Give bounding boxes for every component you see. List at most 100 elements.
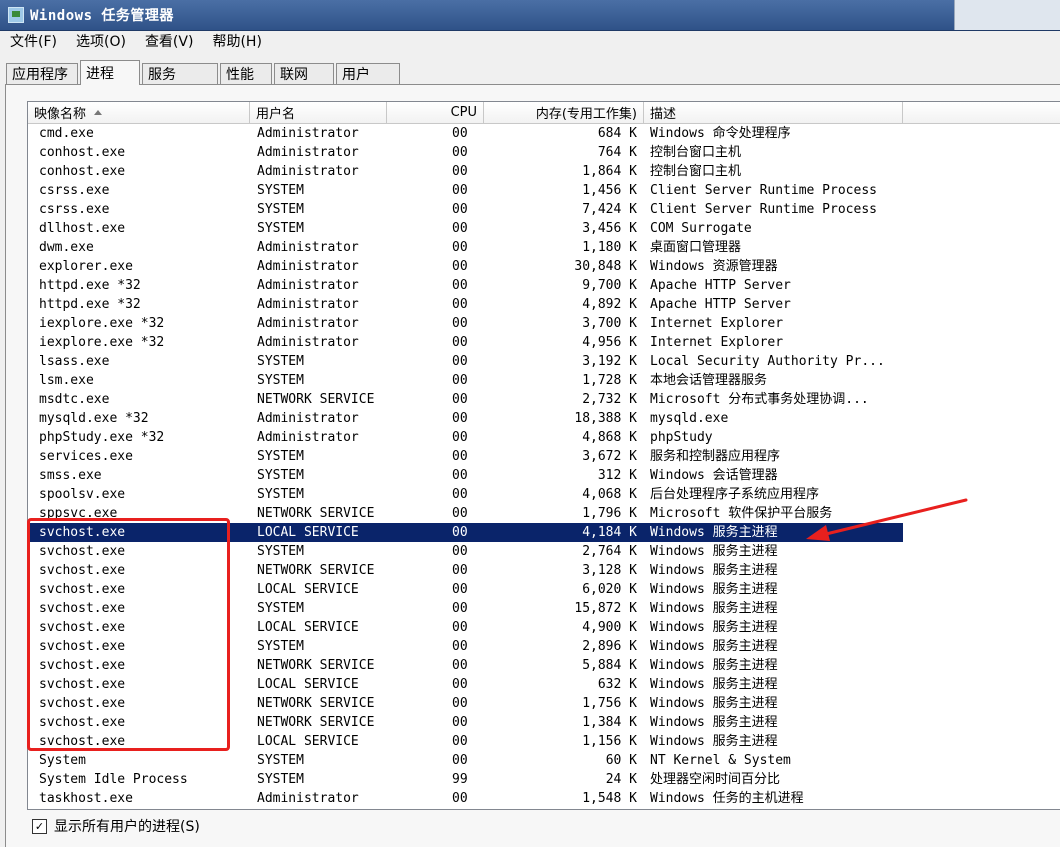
tab-applications[interactable]: 应用程序 [6,63,78,84]
memory-cell: 30,848 K [574,259,637,274]
column-header-user-name[interactable]: 用户名 [250,102,387,123]
user-name-cell: SYSTEM [257,373,304,388]
description-cell: Internet Explorer [650,335,784,350]
cpu-cell: 00 [452,373,468,388]
memory-cell: 1,796 K [582,506,637,521]
tab-services[interactable]: 服务 [142,63,218,84]
description-cell: Windows 服务主进程 [650,601,778,616]
table-row[interactable]: dllhost.exe SYSTEM 00 3,456 K COM Surrogate [28,219,1060,238]
process-name-cell: httpd.exe *32 [39,278,141,293]
memory-cell: 2,764 K [582,544,637,559]
menu-help[interactable]: 帮助(H) [202,31,270,51]
process-name-cell: taskhost.exe [39,791,133,806]
user-name-cell: Administrator [257,145,359,160]
process-name-cell: iexplore.exe *32 [39,316,165,331]
description-cell: Apache HTTP Server [650,297,791,312]
memory-cell: 24 K [605,772,637,787]
user-name-cell: SYSTEM [257,487,304,502]
menu-view[interactable]: 查看(V) [135,31,203,51]
tab-users[interactable]: 用户 [336,63,400,84]
table-row[interactable]: explorer.exe Administrator 00 30,848 K Windo… [28,257,1060,276]
table-row[interactable]: svchost.exe SYSTEM 00 2,764 K Windows 服务主进程 [28,542,1060,561]
description-cell: Apache HTTP Server [650,278,791,293]
column-header-image-name[interactable]: 映像名称 [28,102,250,123]
table-row[interactable]: csrss.exe SYSTEM 00 7,424 K Client Server Ru… [28,200,1060,219]
user-name-cell: NETWORK SERVICE [257,506,375,521]
table-row[interactable]: httpd.exe *32 Administrator 00 4,892 K Apach… [28,295,1060,314]
description-cell: Windows 服务主进程 [650,620,778,635]
cpu-cell: 00 [452,582,468,597]
table-row[interactable]: svchost.exe SYSTEM 00 2,896 K Windows 服务主进程 [28,637,1060,656]
tab-performance[interactable]: 性能 [220,63,272,84]
user-name-cell: NETWORK SERVICE [257,715,375,730]
process-name-cell: System Idle Process [39,772,188,787]
table-row[interactable]: conhost.exe Administrator 00 1,864 K 控制台窗口主机 [28,162,1060,181]
description-cell: Windows 服务主进程 [650,696,778,711]
column-header-cpu[interactable]: CPU [387,102,484,123]
table-row[interactable]: svchost.exe NETWORK SERVICE 00 5,884 K Windo… [28,656,1060,675]
table-row[interactable]: mysqld.exe *32 Administrator 00 18,388 K mys… [28,409,1060,428]
show-all-users-checkbox[interactable]: ✓ [32,818,47,834]
table-row[interactable]: svchost.exe SYSTEM 00 15,872 K Windows 服务主进程 [28,599,1060,618]
memory-cell: 764 K [597,145,637,160]
user-name-cell: LOCAL SERVICE [257,620,359,635]
user-name-cell: NETWORK SERVICE [257,563,375,578]
memory-cell: 5,884 K [582,658,637,673]
table-row[interactable]: System Idle Process SYSTEM 99 24 K 处理器空闲时间百分… [28,770,1060,789]
menu-options[interactable]: 选项(O) [66,31,135,51]
cpu-cell: 00 [452,677,468,692]
user-name-cell: Administrator [257,430,359,445]
table-row[interactable]: spoolsv.exe SYSTEM 00 4,068 K 后台处理程序子系统应用程序 [28,485,1060,504]
table-row[interactable]: smss.exe SYSTEM 00 312 K Windows 会话管理器 [28,466,1060,485]
process-list[interactable]: 映像名称 用户名 CPU 内存(专用工作集) 描述 cmd.exe Adminis… [27,101,1060,810]
description-cell: Microsoft 分布式事务处理协调... [650,392,869,407]
description-cell: mysqld.exe [650,411,729,426]
process-name-cell: dwm.exe [39,240,94,255]
table-row[interactable]: httpd.exe *32 Administrator 00 9,700 K Apach… [28,276,1060,295]
process-name-cell: svchost.exe [39,601,126,616]
cpu-cell: 00 [452,544,468,559]
table-row[interactable]: dwm.exe Administrator 00 1,180 K 桌面窗口管理器 [28,238,1060,257]
table-row[interactable]: services.exe SYSTEM 00 3,672 K 服务和控制器应用程序 [28,447,1060,466]
table-row[interactable]: sppsvc.exe NETWORK SERVICE 00 1,796 K Micros… [28,504,1060,523]
menu-file[interactable]: 文件(F) [0,31,66,51]
table-row[interactable]: svchost.exe LOCAL SERVICE 00 4,184 K Windows… [28,523,1060,542]
memory-cell: 2,732 K [582,392,637,407]
process-name-cell: cmd.exe [39,126,94,141]
process-name-cell: svchost.exe [39,639,126,654]
description-cell: Windows 命令处理程序 [650,126,791,141]
description-cell: Windows 服务主进程 [650,715,778,730]
table-row[interactable]: svchost.exe NETWORK SERVICE 00 3,128 K Windo… [28,561,1060,580]
table-row[interactable]: csrss.exe SYSTEM 00 1,456 K Client Server Ru… [28,181,1060,200]
table-row[interactable]: iexplore.exe *32 Administrator 00 3,700 K In… [28,314,1060,333]
table-row[interactable]: svchost.exe LOCAL SERVICE 00 632 K Windows 服… [28,675,1060,694]
table-row[interactable]: svchost.exe LOCAL SERVICE 00 1,156 K Windows… [28,732,1060,751]
column-header-memory[interactable]: 内存(专用工作集) [484,102,644,123]
table-row[interactable]: System SYSTEM 00 60 K NT Kernel & System [28,751,1060,770]
table-row[interactable]: svchost.exe NETWORK SERVICE 00 1,384 K Windo… [28,713,1060,732]
user-name-cell: NETWORK SERVICE [257,392,375,407]
table-row[interactable]: svchost.exe LOCAL SERVICE 00 6,020 K Windows… [28,580,1060,599]
memory-cell: 18,388 K [574,411,637,426]
table-row[interactable]: svchost.exe LOCAL SERVICE 00 4,900 K Windows… [28,618,1060,637]
table-row[interactable]: cmd.exe Administrator 00 684 K Windows 命令处理程… [28,124,1060,143]
user-name-cell: SYSTEM [257,639,304,654]
table-row[interactable]: taskhost.exe Administrator 00 1,548 K Window… [28,789,1060,808]
table-row[interactable]: msdtc.exe NETWORK SERVICE 00 2,732 K Microso… [28,390,1060,409]
table-row[interactable]: svchost.exe NETWORK SERVICE 00 1,756 K Windo… [28,694,1060,713]
column-header-description[interactable]: 描述 [644,102,903,123]
memory-cell: 6,020 K [582,582,637,597]
cpu-cell: 00 [452,126,468,141]
memory-cell: 684 K [597,126,637,141]
user-name-cell: Administrator [257,278,359,293]
table-row[interactable]: iexplore.exe *32 Administrator 00 4,956 K In… [28,333,1060,352]
cpu-cell: 00 [452,658,468,673]
table-row[interactable]: lsass.exe SYSTEM 00 3,192 K Local Security A… [28,352,1060,371]
show-all-users-option[interactable]: ✓ 显示所有用户的进程(S) [32,815,200,837]
table-row[interactable]: phpStudy.exe *32 Administrator 00 4,868 K ph… [28,428,1060,447]
table-row[interactable]: conhost.exe Administrator 00 764 K 控制台窗口主机 [28,143,1060,162]
tab-processes[interactable]: 进程 [80,60,140,85]
tab-networking[interactable]: 联网 [274,63,334,84]
cpu-cell: 00 [452,278,468,293]
table-row[interactable]: lsm.exe SYSTEM 00 1,728 K 本地会话管理器服务 [28,371,1060,390]
